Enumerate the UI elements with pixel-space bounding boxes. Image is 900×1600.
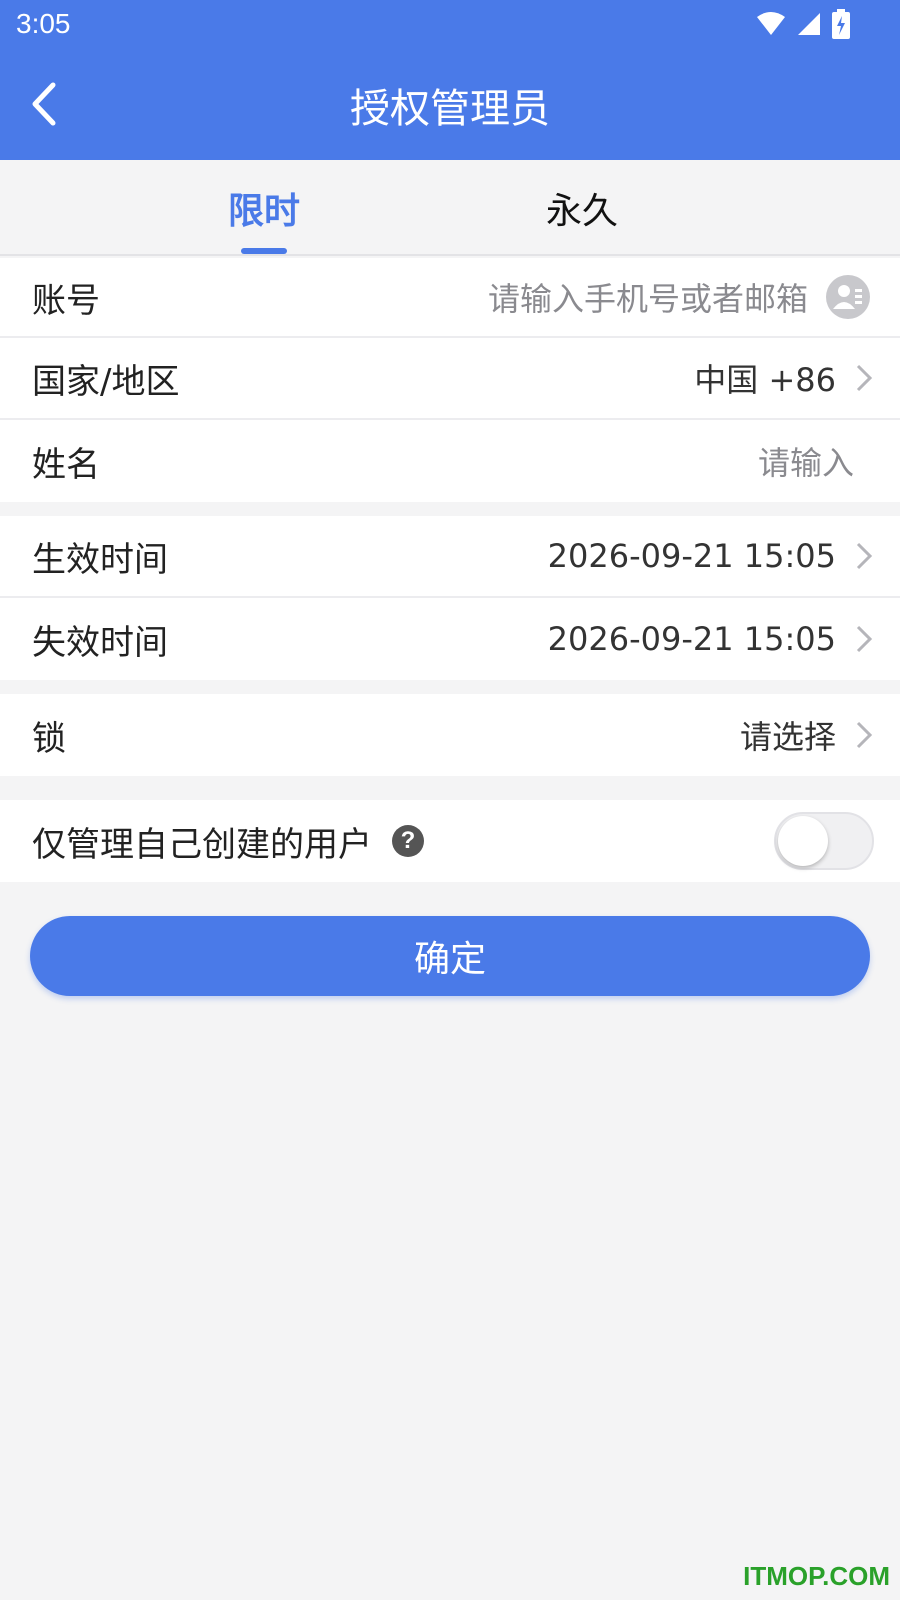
toggle-knob [778,816,828,866]
manage-own-users-toggle[interactable] [774,812,874,870]
end-time-value: 2026-09-21 15:05 [547,620,836,658]
tab-bar: 限时 永久 [0,160,900,256]
status-time: 3:05 [16,8,71,39]
region-label: 国家/地区 [32,361,180,402]
account-label: 账号 [32,280,100,321]
lock-row[interactable]: 锁 请选择 [0,694,900,776]
end-time-row[interactable]: 失效时间 2026-09-21 15:05 [0,598,900,680]
watermark: ITMOP.COM [743,1561,890,1591]
battery-charging-icon [832,9,850,39]
page-title: 授权管理员 [350,86,550,132]
confirm-button[interactable]: 确定 [30,916,870,996]
chevron-right-icon [856,721,873,749]
manage-own-users-row: 仅管理自己创建的用户 ? [0,800,900,882]
end-time-label: 失效时间 [32,622,168,663]
tab-active-indicator [241,248,287,254]
region-value: 中国 +86 [694,361,836,399]
lock-label: 锁 [32,718,66,759]
chevron-right-icon [856,625,873,653]
start-time-value: 2026-09-21 15:05 [547,537,836,575]
signal-icon [798,13,820,35]
name-row[interactable]: 姓名 请输入 [0,420,900,502]
manage-own-users-label: 仅管理自己创建的用户 [32,824,372,865]
region-row[interactable]: 国家/地区 中国 +86 [0,338,900,418]
start-time-label: 生效时间 [32,539,168,580]
app-header: 3:05 授权管理员 [0,0,900,160]
tab-permanent[interactable]: 永久 [546,182,618,234]
lock-select[interactable]: 请选择 [740,712,836,758]
status-icons [756,8,850,40]
tab-limited[interactable]: 限时 [228,182,300,234]
chevron-right-icon [856,364,873,392]
chevron-right-icon [856,542,873,570]
help-icon[interactable]: ? [392,825,424,857]
contact-icon[interactable] [826,275,870,319]
account-row[interactable]: 账号 请输入手机号或者邮箱 [0,258,900,336]
account-input[interactable]: 请输入手机号或者邮箱 [488,274,808,320]
wifi-icon [757,12,785,35]
start-time-row[interactable]: 生效时间 2026-09-21 15:05 [0,516,900,596]
name-input[interactable]: 请输入 [758,438,854,484]
name-label: 姓名 [32,444,100,485]
